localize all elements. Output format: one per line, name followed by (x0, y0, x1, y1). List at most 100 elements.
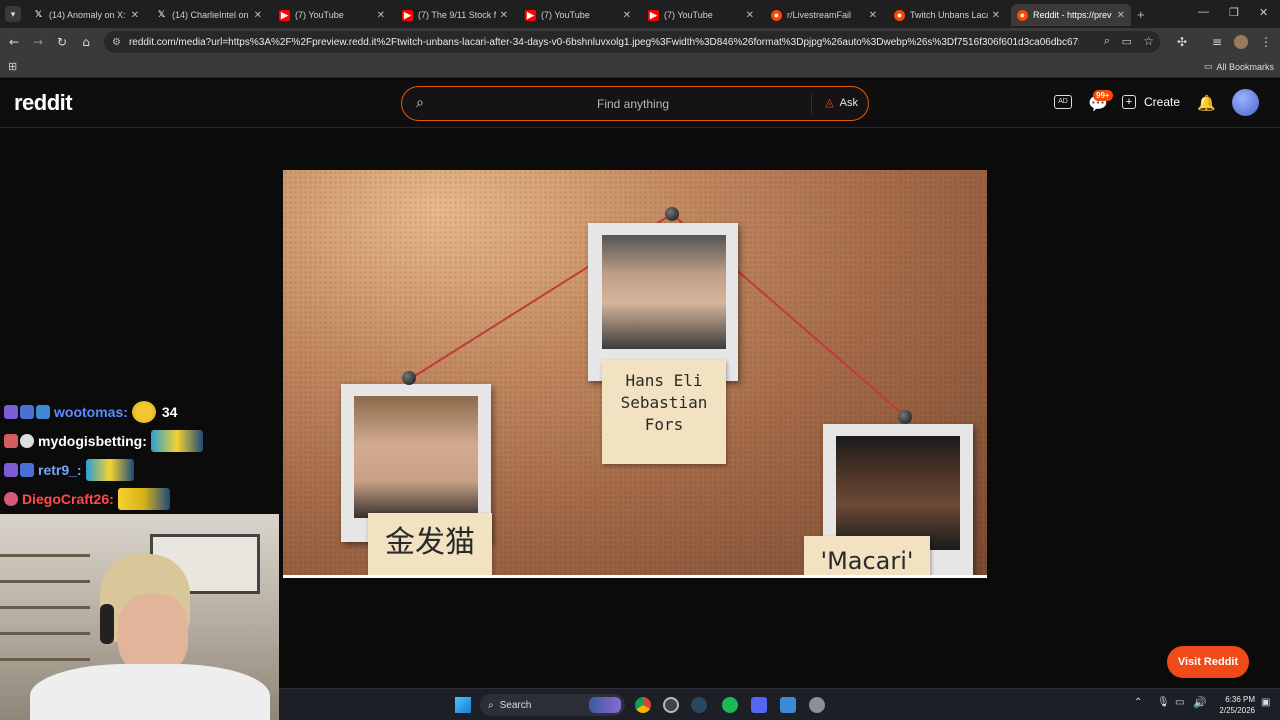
bookmarks-bar: ⊞ ▭ All Bookmarks (0, 56, 1280, 78)
close-tab-icon[interactable]: ✕ (746, 10, 754, 21)
cast-icon[interactable]: ▭ (1122, 35, 1132, 48)
notification-center-icon[interactable]: ▣ (1261, 697, 1270, 708)
sub-badge-icon (20, 463, 34, 477)
chrome-icon[interactable] (635, 697, 651, 713)
close-tab-icon[interactable]: ✕ (500, 10, 508, 21)
user-avatar[interactable] (1232, 89, 1259, 116)
browser-tab-youtube-911[interactable]: ▶ (7) The 9/11 Stock M ✕ (396, 4, 514, 26)
volume-icon[interactable]: 🔊 (1193, 696, 1207, 709)
microphone-icon[interactable]: 🎙 (1157, 697, 1170, 708)
streamer-face (118, 594, 188, 674)
chat-message: retr9_: (4, 459, 134, 481)
reddit-icon: ● (771, 9, 782, 21)
reddit-icon: ● (1017, 9, 1028, 21)
note-center: Hans Eli Sebastian Fors (602, 360, 726, 464)
visit-reddit-button[interactable]: Visit Reddit (1167, 646, 1249, 678)
windows-start-icon[interactable] (455, 697, 471, 713)
chat-username: retr9_: (38, 462, 82, 478)
close-window-icon[interactable]: ✕ (1259, 6, 1268, 19)
discord-icon[interactable] (751, 697, 767, 713)
pin-icon (402, 371, 416, 385)
x-icon: 𝕏 (34, 10, 43, 20)
zoom-icon[interactable]: ⌕ (1104, 35, 1110, 48)
browser-tab-livestreamfail[interactable]: ● r/LivestreamFail ✕ (765, 4, 883, 26)
browser-tab-youtube-1[interactable]: ▶ (7) YouTube ✕ (273, 4, 391, 26)
note-right: 'Macari' (804, 536, 930, 575)
sub-badge-icon (4, 463, 18, 477)
apps-grid-icon[interactable]: ⊞ (8, 60, 17, 73)
browser-tab-youtube-3[interactable]: ▶ (7) YouTube ✕ (642, 4, 760, 26)
close-tab-icon[interactable]: ✕ (254, 10, 262, 21)
browser-menu-icon[interactable]: ⋮ (1258, 34, 1274, 50)
advertise-icon[interactable]: AD (1054, 95, 1072, 109)
back-icon[interactable]: ← (6, 34, 22, 50)
browser-tab-anomaly[interactable]: 𝕏 (14) Anomaly on X: " ✕ (27, 4, 145, 26)
chat-username: mydogisbetting: (38, 433, 147, 449)
close-tab-icon[interactable]: ✕ (623, 10, 631, 21)
all-bookmarks-button[interactable]: ▭ All Bookmarks (1204, 61, 1274, 72)
portrait-center (602, 235, 726, 349)
reading-list-icon[interactable]: ≡ (1209, 34, 1225, 50)
sub-badge-icon (4, 492, 18, 506)
ask-icon: ◬ (825, 97, 834, 109)
extensions-icon[interactable]: ✣ (1174, 34, 1190, 50)
notifications-bell-icon[interactable]: 🔔 (1197, 94, 1216, 112)
sub-badge-icon (4, 434, 18, 448)
reload-icon[interactable]: ↻ (54, 34, 70, 50)
tab-list-dropdown-icon[interactable]: ▾ (5, 6, 21, 22)
youtube-icon: ▶ (648, 9, 659, 21)
forward-icon[interactable]: → (30, 34, 46, 50)
chat-username: DiegoCraft26: (22, 491, 114, 507)
reddit-header: reddit ⌕ Find anything ◬ Ask AD 💬 99+ + … (0, 80, 1280, 128)
chat-message: wootomas: 34 (4, 401, 177, 423)
url-text: reddit.com/media?url=https%3A%2F%2Fprevi… (128, 36, 1079, 48)
folder-icon: ▭ (1204, 61, 1213, 71)
taskbar-search[interactable]: ⌕ Search (480, 694, 625, 716)
browser-tab-twitch-unbans[interactable]: ● Twitch Unbans Lacari ✕ (888, 4, 1006, 26)
emote-icon (131, 401, 156, 423)
search-icon: ⌕ (488, 699, 494, 711)
x-icon: 𝕏 (157, 10, 166, 20)
spotify-icon[interactable] (722, 697, 738, 713)
close-tab-icon[interactable]: ✕ (377, 10, 385, 21)
close-tab-icon[interactable]: ✕ (131, 10, 139, 21)
maximize-window-icon[interactable]: ❐ (1229, 6, 1239, 19)
sub-badge-icon (4, 405, 18, 419)
search-bar[interactable]: ⌕ Find anything ◬ Ask (401, 86, 869, 121)
site-info-icon[interactable]: ⚙ (112, 37, 121, 48)
pin-icon (665, 207, 679, 221)
note-left: 金发猫 (368, 513, 492, 575)
media-image[interactable]: Hans Eli Sebastian Fors 金发猫 'Macari' (283, 170, 987, 578)
address-bar[interactable]: ⚙ reddit.com/media?url=https%3A%2F%2Fpre… (104, 31, 1160, 53)
home-icon[interactable]: ⌂ (78, 34, 94, 50)
shelf (0, 554, 90, 664)
create-button[interactable]: + Create (1122, 95, 1180, 109)
search-highlight-image (589, 697, 621, 713)
search-icon: ⌕ (416, 95, 424, 111)
headphone-mic (100, 604, 114, 644)
steam-icon[interactable] (691, 697, 707, 713)
browser-tab-charlieintel[interactable]: 𝕏 (14) CharlieIntel on X ✕ (150, 4, 268, 26)
browser-tab-youtube-2[interactable]: ▶ (7) YouTube ✕ (519, 4, 637, 26)
search-input[interactable]: Find anything (597, 97, 669, 111)
tray-chevron-icon[interactable]: ⌃ (1134, 697, 1142, 708)
bookmark-star-icon[interactable]: ☆ (1143, 34, 1154, 48)
browser-tab-reddit-active[interactable]: ● Reddit - https://prev ✕ (1011, 4, 1131, 26)
profile-avatar-icon[interactable] (1233, 34, 1249, 50)
new-tab-icon[interactable]: + (1137, 7, 1145, 22)
messenger-icon[interactable] (780, 697, 796, 713)
network-icon[interactable]: ▭ (1175, 697, 1184, 708)
pin-icon (898, 410, 912, 424)
obs-icon[interactable] (663, 697, 679, 713)
settings-icon[interactable] (809, 697, 825, 713)
close-tab-icon[interactable]: ✕ (992, 10, 1000, 21)
reddit-logo[interactable]: reddit (14, 90, 73, 116)
photo-center (588, 223, 738, 381)
portrait-left (354, 396, 478, 518)
close-tab-icon[interactable]: ✕ (1117, 10, 1125, 21)
clock[interactable]: 6:36 PM 2/25/2026 (1211, 694, 1255, 716)
ask-button[interactable]: ◬ Ask (825, 96, 858, 110)
minimize-window-icon[interactable]: — (1198, 6, 1209, 18)
emote-icon (85, 459, 134, 481)
close-tab-icon[interactable]: ✕ (869, 10, 877, 21)
